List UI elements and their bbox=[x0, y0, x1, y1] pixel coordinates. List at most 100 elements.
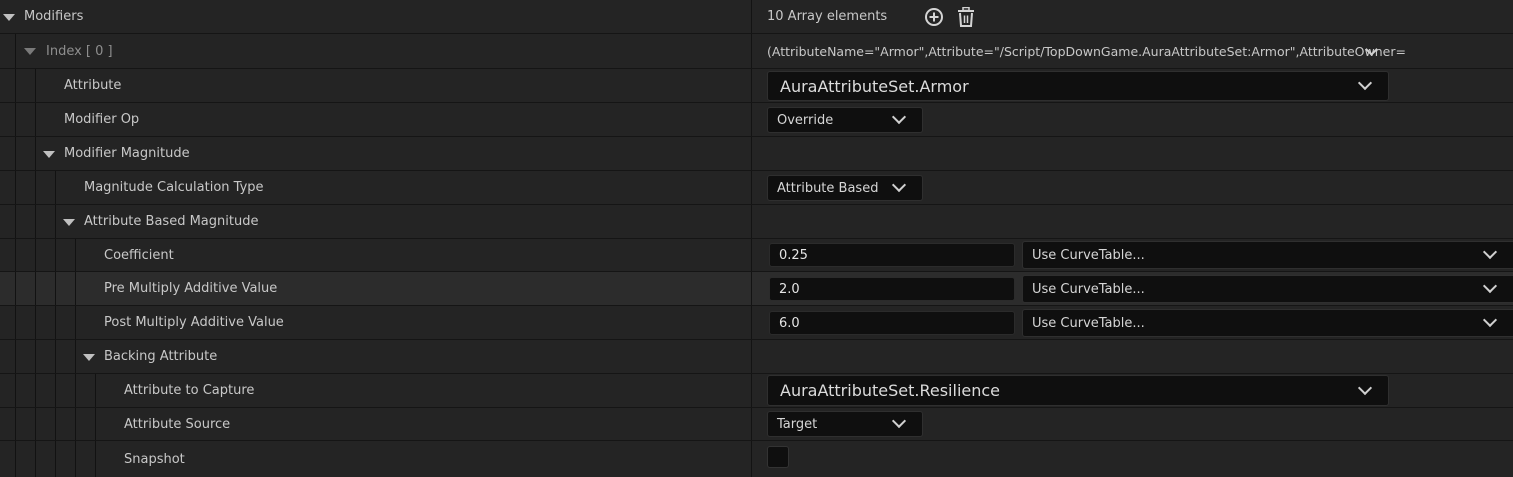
indent-guide bbox=[15, 306, 16, 339]
column-divider[interactable] bbox=[751, 103, 752, 136]
indent-guide bbox=[55, 171, 56, 204]
magnitude-calc-type-row: Magnitude Calculation Type Attribute Bas… bbox=[0, 171, 1513, 205]
snapshot-row: Snapshot bbox=[0, 441, 1513, 477]
indent-guide bbox=[15, 205, 16, 238]
indent-guide bbox=[15, 340, 16, 373]
index-0-row[interactable]: Index [ 0 ] (AttributeName="Armor",Attri… bbox=[0, 34, 1513, 69]
indent-guide bbox=[15, 408, 16, 440]
modifier-magnitude-row[interactable]: Modifier Magnitude bbox=[0, 137, 1513, 171]
modifiers-row[interactable]: Modifiers 10 Array elements bbox=[0, 0, 1513, 34]
details-panel: Modifiers 10 Array elements Index [ 0 ] … bbox=[0, 0, 1513, 477]
indent-guide bbox=[95, 441, 96, 477]
modifier-op-value: Override bbox=[777, 112, 834, 128]
indent-guide bbox=[15, 69, 16, 102]
indent-guide bbox=[55, 306, 56, 339]
calc-type-label: Magnitude Calculation Type bbox=[84, 180, 264, 195]
collapse-arrow-icon[interactable] bbox=[63, 218, 75, 226]
indent-guide bbox=[35, 103, 36, 136]
chevron-down-icon bbox=[1357, 75, 1373, 91]
modifier-op-row: Modifier Op Override bbox=[0, 103, 1513, 137]
post-multiply-input[interactable]: 6.0 bbox=[769, 311, 1015, 335]
indent-guide bbox=[35, 374, 36, 407]
modifier-magnitude-label: Modifier Magnitude bbox=[64, 146, 190, 161]
indent-guide bbox=[35, 306, 36, 339]
indent-guide bbox=[55, 340, 56, 373]
post-multiply-row: Post Multiply Additive Value 6.0 Use Cur… bbox=[0, 306, 1513, 340]
indent-guide bbox=[75, 408, 76, 440]
pre-multiply-curve-table-combo[interactable]: Use CurveTable... bbox=[1022, 275, 1513, 303]
indent-guide bbox=[35, 441, 36, 477]
indent-guide bbox=[55, 239, 56, 271]
chevron-down-icon bbox=[1357, 380, 1373, 395]
attribute-based-magnitude-row[interactable]: Attribute Based Magnitude bbox=[0, 205, 1513, 239]
collapse-arrow-icon[interactable] bbox=[3, 13, 15, 21]
trash-icon[interactable] bbox=[955, 5, 977, 29]
column-divider[interactable] bbox=[751, 408, 752, 440]
modifier-op-combo[interactable]: Override bbox=[767, 107, 923, 133]
attribute-to-capture-value: AuraAttributeSet.Resilience bbox=[780, 381, 1001, 400]
collapse-arrow-icon[interactable] bbox=[43, 150, 55, 158]
column-divider[interactable] bbox=[751, 374, 752, 407]
column-divider[interactable] bbox=[751, 205, 752, 238]
attribute-source-combo[interactable]: Target bbox=[767, 411, 923, 437]
indent-guide bbox=[35, 137, 36, 170]
curve-table-value: Use CurveTable... bbox=[1032, 247, 1145, 263]
pre-multiply-input[interactable]: 2.0 bbox=[769, 277, 1015, 301]
attribute-based-magnitude-label: Attribute Based Magnitude bbox=[84, 214, 259, 229]
indent-guide bbox=[55, 374, 56, 407]
indent-guide bbox=[75, 239, 76, 271]
indent-guide bbox=[35, 205, 36, 238]
attribute-to-capture-label: Attribute to Capture bbox=[124, 383, 255, 398]
modifier-op-label: Modifier Op bbox=[64, 112, 140, 127]
column-divider[interactable] bbox=[751, 340, 752, 373]
chevron-down-icon bbox=[1482, 278, 1498, 294]
column-divider[interactable] bbox=[751, 272, 752, 305]
attribute-label: Attribute bbox=[64, 78, 122, 93]
column-divider[interactable] bbox=[751, 171, 752, 204]
pre-multiply-row: Pre Multiply Additive Value 2.0 Use Curv… bbox=[0, 272, 1513, 306]
curve-table-value: Use CurveTable... bbox=[1032, 281, 1145, 297]
collapse-arrow-icon[interactable] bbox=[24, 48, 36, 55]
index-label: Index [ 0 ] bbox=[46, 43, 113, 59]
attribute-row: Attribute AuraAttributeSet.Armor bbox=[0, 69, 1513, 103]
modifiers-label: Modifiers bbox=[24, 9, 84, 24]
backing-attribute-row[interactable]: Backing Attribute bbox=[0, 340, 1513, 374]
calc-type-combo[interactable]: Attribute Based bbox=[767, 175, 923, 201]
attribute-combo[interactable]: AuraAttributeSet.Armor bbox=[767, 71, 1389, 101]
attribute-to-capture-combo[interactable]: AuraAttributeSet.Resilience bbox=[767, 375, 1389, 406]
attribute-source-row: Attribute Source Target bbox=[0, 408, 1513, 441]
pre-multiply-label: Pre Multiply Additive Value bbox=[104, 281, 278, 296]
indent-guide bbox=[55, 441, 56, 477]
column-divider[interactable] bbox=[751, 0, 752, 33]
column-divider[interactable] bbox=[751, 239, 752, 271]
curve-table-value: Use CurveTable... bbox=[1032, 315, 1145, 331]
chevron-down-icon bbox=[891, 109, 907, 125]
column-divider[interactable] bbox=[751, 137, 752, 170]
column-divider[interactable] bbox=[751, 306, 752, 339]
chevron-down-icon bbox=[1482, 244, 1498, 260]
indent-guide bbox=[15, 239, 16, 271]
indent-guide bbox=[55, 272, 56, 305]
snapshot-checkbox[interactable] bbox=[767, 446, 789, 468]
column-divider[interactable] bbox=[751, 34, 752, 68]
coefficient-input[interactable]: 0.25 bbox=[769, 243, 1015, 267]
indent-guide bbox=[95, 408, 96, 440]
indent-guide bbox=[15, 103, 16, 136]
post-multiply-label: Post Multiply Additive Value bbox=[104, 315, 284, 330]
post-multiply-curve-table-combo[interactable]: Use CurveTable... bbox=[1022, 309, 1513, 337]
column-divider[interactable] bbox=[751, 69, 752, 102]
indent-guide bbox=[75, 306, 76, 339]
coefficient-row: Coefficient 0.25 Use CurveTable... bbox=[0, 239, 1513, 272]
attribute-source-label: Attribute Source bbox=[124, 416, 231, 432]
calc-type-value: Attribute Based bbox=[777, 180, 879, 196]
attribute-source-value: Target bbox=[777, 416, 818, 432]
indent-guide bbox=[35, 408, 36, 440]
column-divider[interactable] bbox=[751, 441, 752, 477]
attribute-value: AuraAttributeSet.Armor bbox=[780, 76, 969, 96]
indent-guide bbox=[75, 441, 76, 477]
collapse-arrow-icon[interactable] bbox=[83, 353, 95, 361]
attribute-to-capture-row: Attribute to Capture AuraAttributeSet.Re… bbox=[0, 374, 1513, 408]
coefficient-curve-table-combo[interactable]: Use CurveTable... bbox=[1022, 241, 1513, 269]
add-circle-icon[interactable] bbox=[923, 6, 945, 28]
indent-guide bbox=[35, 171, 36, 204]
